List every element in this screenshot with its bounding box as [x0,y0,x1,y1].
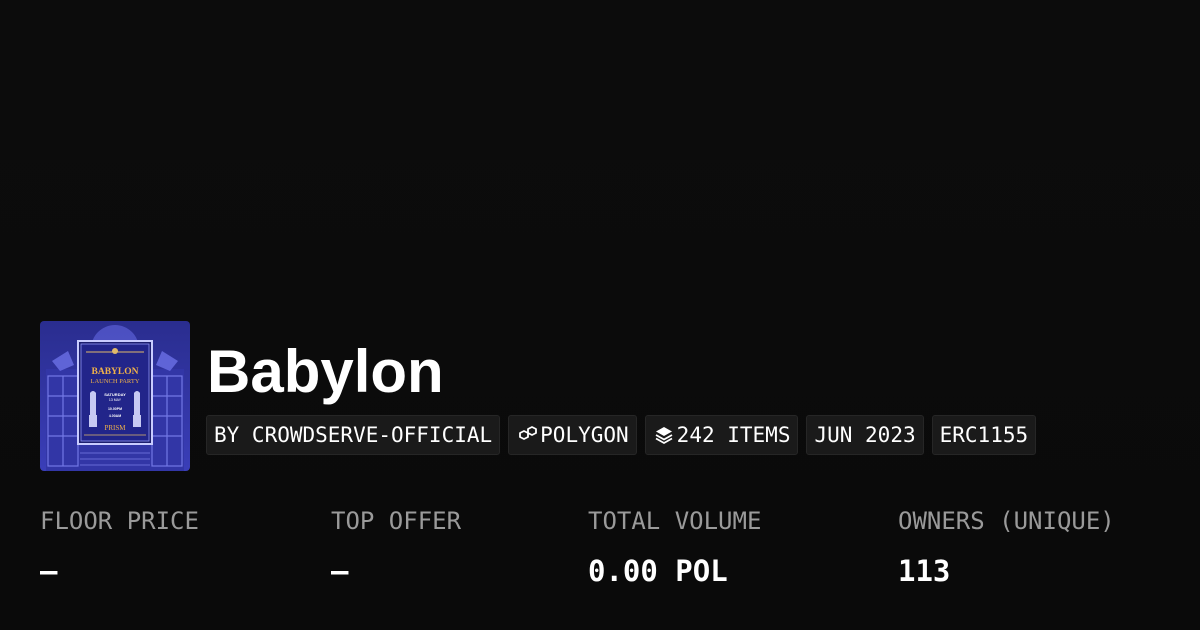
items-tag-label: 242 ITEMS [676,423,791,447]
polygon-chain-icon [516,424,538,446]
poster-title-line1: BABYLON [92,367,139,377]
collection-tags: BY CROWDSERVE-OFFICIAL POLYGON 242 ITEMS [206,415,1037,455]
poster-venue: PRISM [104,424,126,432]
owners-label: OWNERS (UNIQUE) [898,507,1115,535]
floor-price-label: FLOOR PRICE [40,507,199,535]
top-offer-value: – [331,554,349,588]
creator-tag-label: BY CROWDSERVE-OFFICIAL [214,423,493,447]
babylon-poster-image: BABYLON LAUNCH PARTY SATURDAY 13 MAY 10.… [40,321,190,471]
poster-title-line2: LAUNCH PARTY [90,378,139,385]
items-tag[interactable]: 242 ITEMS [644,415,799,455]
stat-floor-price: FLOOR PRICE – [40,505,199,587]
floor-price-value: – [40,554,58,588]
date-tag: JUN 2023 [806,415,924,455]
poster-time-start: 10.00PM [108,407,122,411]
creator-tag[interactable]: BY CROWDSERVE-OFFICIAL [206,415,501,455]
layers-icon [653,424,675,446]
standard-tag-label: ERC1155 [939,423,1029,447]
owners-value: 113 [898,554,951,588]
chain-tag-label: POLYGON [540,423,629,447]
collection-image: BABYLON LAUNCH PARTY SATURDAY 13 MAY 10.… [40,321,190,471]
poster-date: 13 MAY [109,398,122,402]
date-tag-label: JUN 2023 [814,423,916,447]
stat-top-offer: TOP OFFER – [331,505,461,587]
chain-tag[interactable]: POLYGON [508,415,637,455]
collection-title: Babylon [207,338,444,405]
total-volume-label: TOTAL VOLUME [588,507,762,535]
total-volume-value: 0.00 POL [588,554,728,588]
top-offer-label: TOP OFFER [331,507,462,535]
og-card: BABYLON LAUNCH PARTY SATURDAY 13 MAY 10.… [0,0,1200,630]
poster-day: SATURDAY [104,392,126,397]
standard-tag: ERC1155 [931,415,1037,455]
poster-time-end: 4.00AM [109,414,121,418]
stat-total-volume: TOTAL VOLUME 0.00 POL [588,505,761,587]
stat-owners: OWNERS (UNIQUE) 113 [898,505,1115,587]
